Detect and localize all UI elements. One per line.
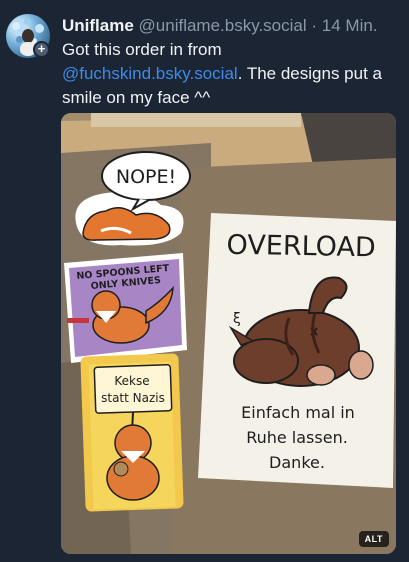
photo: NOPE! NO SPOONS LEFT ONLY KNIVES Kekse s…: [61, 113, 396, 554]
post[interactable]: + Uniflame @uniflame.bsky.social · 14 Mi…: [0, 0, 409, 562]
kekse-line1: Kekse: [114, 374, 149, 388]
card-caption-line3: Danke.: [269, 453, 325, 472]
alt-badge[interactable]: ALT: [358, 531, 389, 547]
nope-text: NOPE!: [116, 166, 176, 188]
spoons-sticker: NO SPOONS LEFT ONLY KNIVES: [64, 253, 187, 363]
kekse-line2: statt Nazis: [101, 391, 165, 405]
handle[interactable]: @uniflame.bsky.social: [139, 16, 307, 35]
follow-plus-icon[interactable]: +: [33, 41, 50, 58]
overload-card: OVERLOAD ξ Einfach mal in Ruhe lassen. D…: [198, 213, 396, 488]
kekse-sticker: Kekse statt Nazis: [80, 353, 184, 512]
post-text: Got this order in from @fuchskind.bsky.s…: [62, 38, 402, 110]
svg-text:ξ: ξ: [233, 311, 241, 327]
post-header: Uniflame @uniflame.bsky.social · 14 Min.: [62, 16, 405, 36]
timestamp[interactable]: 14 Min.: [322, 16, 378, 35]
card-caption-line1: Einfach mal in: [241, 403, 355, 422]
post-image[interactable]: NOPE! NO SPOONS LEFT ONLY KNIVES Kekse s…: [61, 113, 396, 554]
post-text-line1: Got this order in from: [62, 40, 222, 59]
display-name[interactable]: Uniflame: [62, 16, 134, 35]
mention-link[interactable]: @fuchskind.bsky.social: [62, 64, 238, 83]
card-caption-line2: Ruhe lassen.: [246, 428, 348, 447]
separator: ·: [311, 16, 318, 35]
card-title: OVERLOAD: [226, 230, 376, 264]
